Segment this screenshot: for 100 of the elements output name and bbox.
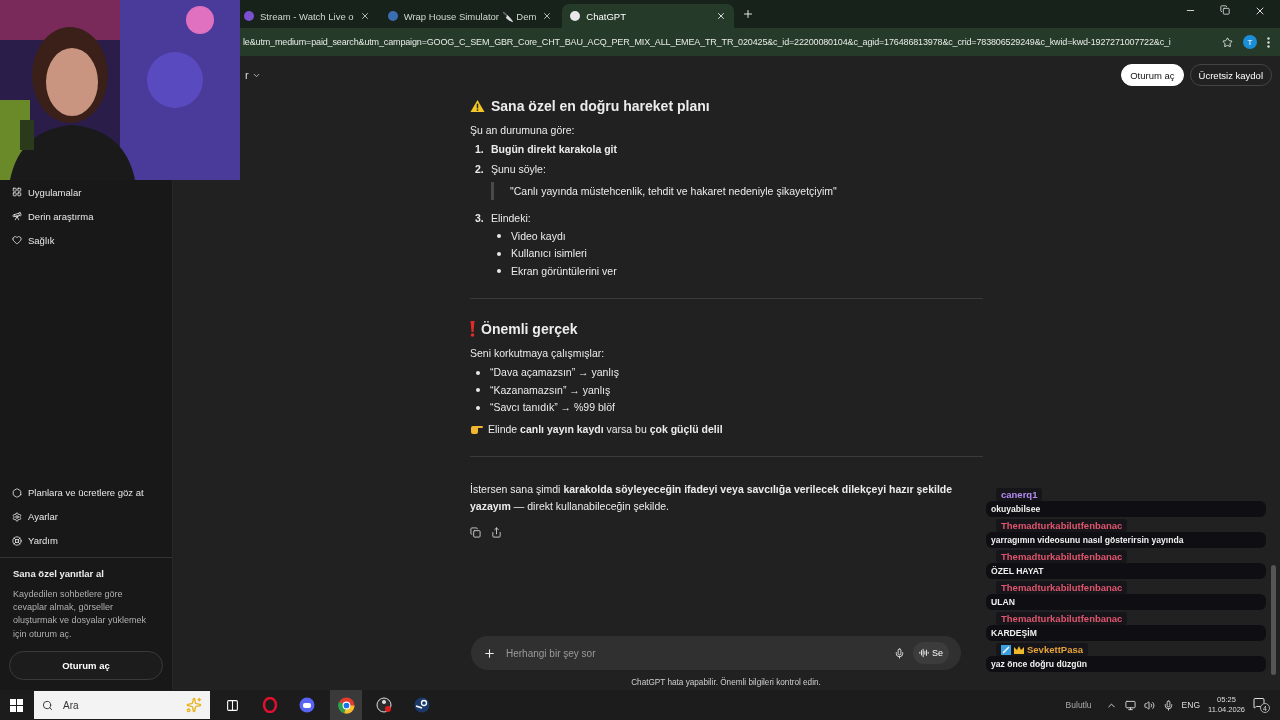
audio-wave-icon bbox=[919, 648, 929, 658]
taskbar-button[interactable] bbox=[330, 690, 362, 720]
profile-avatar[interactable]: T bbox=[1243, 35, 1257, 49]
sparkles-icon bbox=[186, 697, 202, 713]
list-item: Video kaydı bbox=[511, 228, 566, 244]
windows-logo-icon[interactable] bbox=[9, 698, 23, 712]
restore-icon[interactable] bbox=[1220, 5, 1230, 15]
sidebar-item[interactable]: Ayarlar bbox=[0, 504, 172, 529]
warning-icon bbox=[470, 99, 485, 113]
apps-icon bbox=[12, 187, 22, 197]
login-button[interactable]: Oturum aç bbox=[1121, 64, 1184, 86]
sidebar-item[interactable]: Uygulamalar bbox=[0, 180, 172, 204]
step-text: Şunu söyle: bbox=[491, 161, 546, 177]
bullet-icon bbox=[476, 388, 480, 393]
speaker-icon[interactable] bbox=[1143, 699, 1155, 711]
chat-message: ÖZEL HAYAT bbox=[986, 563, 1266, 579]
task-view-icon[interactable] bbox=[225, 698, 239, 712]
ring-app-icon[interactable] bbox=[262, 697, 278, 713]
gamepad-app-icon[interactable] bbox=[299, 697, 317, 713]
chat-message: okuyabilsee bbox=[986, 501, 1266, 517]
plus-icon[interactable] bbox=[483, 646, 496, 660]
browser-tab[interactable]: Wrap House Simulator 🔪 Dem bbox=[379, 4, 561, 28]
scrollbar[interactable] bbox=[1271, 565, 1276, 675]
prompt-field[interactable]: Herhangi bir şey sor Se bbox=[471, 636, 961, 670]
login-button[interactable]: Oturum aç bbox=[9, 651, 163, 680]
share-icon[interactable] bbox=[491, 526, 502, 538]
microphone-icon[interactable] bbox=[1162, 699, 1174, 711]
step-text: Elindeki: bbox=[491, 211, 531, 226]
promo-title: Sana özel yanıtlar al bbox=[12, 567, 105, 579]
favicon-icon bbox=[244, 11, 254, 21]
taskbar-search-field[interactable]: Ara bbox=[34, 691, 210, 719]
bullet-icon bbox=[497, 269, 501, 274]
microphone-icon[interactable] bbox=[894, 647, 905, 659]
intro-text: Şu an durumuna göre: bbox=[470, 123, 576, 138]
address-field[interactable]: le&utm_medium=paid_search&utm_campaign=GOOG_C_SEM_GBR_Core_CHT_BAU_ACQ_PER_MIX_ALL_EMEA_TR_TR_020425&c_id=22200080104&c_agid=176486813978&c_crid=783806529249&c_kwid=kwd-1927271007722&c_i bbox=[243, 37, 1212, 47]
closing-paragraph: İstersen sana şimdi karakolda söyleyeceğin ifadeyi veya savcılığa verilecek dilekçeyi hazır şekilde yazayım — direkt kullanabileceğin şekilde. bbox=[470, 482, 953, 512]
list-item: Kullanıcı isimleri bbox=[511, 246, 587, 261]
new-tab-icon[interactable] bbox=[742, 8, 755, 20]
crown-icon bbox=[1014, 645, 1024, 654]
list-item: “Kazanamazsın” → yanlış bbox=[490, 382, 611, 398]
step-number: 3. bbox=[475, 211, 485, 226]
message-icon bbox=[1253, 697, 1265, 709]
copy-icon[interactable] bbox=[470, 526, 481, 538]
list-item: “Dava açamazsın” → yanlış bbox=[490, 365, 619, 380]
signup-button[interactable]: Ücretsiz kaydol bbox=[1189, 64, 1272, 86]
username-tag: SevkettPasa bbox=[996, 643, 1088, 656]
close-icon[interactable] bbox=[542, 11, 553, 21]
exclamation-icon bbox=[470, 321, 475, 337]
section-heading: Önemli gerçek bbox=[481, 321, 578, 337]
username-tag: Themadturkabilutfenbanac bbox=[996, 519, 1128, 532]
chat-message: KARDEŞİM bbox=[986, 625, 1266, 641]
hexagon-icon bbox=[12, 487, 22, 498]
promo-text: Kaydedilen sohbetlere göre cevaplar almak, görseller oluşturmak ve dosyalar yüklemek için oturum aç. bbox=[12, 587, 148, 641]
telescope-icon bbox=[12, 211, 22, 221]
settings-icon bbox=[12, 511, 22, 522]
badge-icon bbox=[1001, 644, 1011, 655]
list-item: “Savcı tanıdık” → %99 blöf bbox=[490, 400, 615, 415]
bullet-icon bbox=[476, 370, 480, 375]
bullet-icon bbox=[497, 234, 501, 239]
username-tag: Themadturkabilutfenbanac bbox=[996, 612, 1128, 625]
disclaimer-text: ChatGPT hata yapabilir. Önemli bilgileri kontrol edin. bbox=[630, 678, 822, 687]
chat-message: yaz önce doğru düzgün bbox=[986, 656, 1266, 672]
username-tag: canerq1 bbox=[996, 488, 1043, 501]
browser-tab[interactable]: ChatGPT bbox=[562, 4, 735, 28]
model-selector[interactable]: r bbox=[245, 69, 261, 81]
step-text: Bugün direkt karakola git bbox=[491, 142, 618, 157]
list-item: Ekran görüntülerini ver bbox=[511, 263, 617, 279]
lifebuoy-icon bbox=[12, 535, 22, 546]
username-tag: Themadturkabilutfenbanac bbox=[996, 550, 1128, 563]
sidebar-item[interactable]: Planlara ve ücretlere göz at bbox=[0, 480, 172, 505]
favicon-icon bbox=[570, 11, 581, 21]
quote-text: "Canlı yayında müstehcenlik, tehdit ve hakaret nedeniyle şikayetçiyim" bbox=[491, 182, 983, 200]
close-icon[interactable] bbox=[359, 11, 370, 21]
sidebar-item[interactable]: Yardım bbox=[0, 528, 172, 553]
heart-icon bbox=[12, 235, 22, 245]
language-indicator[interactable]: ENG bbox=[1181, 700, 1200, 710]
chat-message: ULAN bbox=[986, 594, 1266, 610]
recorder-app-icon[interactable] bbox=[376, 697, 392, 713]
browser-tab[interactable]: Stream - Watch Live o bbox=[236, 4, 378, 28]
step-number: 1. bbox=[475, 142, 485, 157]
search-icon bbox=[42, 699, 53, 711]
sidebar-item[interactable]: Derin araştırma bbox=[0, 204, 172, 228]
menu-icon[interactable] bbox=[1267, 36, 1270, 48]
star-icon[interactable] bbox=[1222, 36, 1233, 48]
intro-text: Seni korkutmaya çalışmışlar: bbox=[470, 346, 606, 361]
search-field[interactable]: Ara bbox=[61, 691, 178, 719]
note-text: Elinde canlı yayın kaydı varsa bu çok güçlü delil bbox=[488, 421, 723, 437]
chat-message: yarragımın videosunu nasıl gösterirsin yayında bbox=[986, 532, 1266, 548]
bullet-icon bbox=[476, 405, 480, 410]
step-number: 2. bbox=[475, 161, 485, 177]
favicon-icon bbox=[387, 11, 398, 21]
username-tag: Themadturkabilutfenbanac bbox=[996, 581, 1128, 594]
browser-app-icon[interactable] bbox=[337, 696, 355, 714]
voice-button[interactable]: Se bbox=[913, 642, 949, 664]
close-icon[interactable] bbox=[1254, 5, 1266, 17]
monitor-icon[interactable] bbox=[1124, 699, 1136, 711]
bullet-icon bbox=[497, 251, 501, 256]
weather-text: Bulutlu bbox=[1065, 700, 1092, 710]
close-icon[interactable] bbox=[716, 11, 727, 21]
sidebar-item[interactable]: Sağlık bbox=[0, 228, 172, 252]
